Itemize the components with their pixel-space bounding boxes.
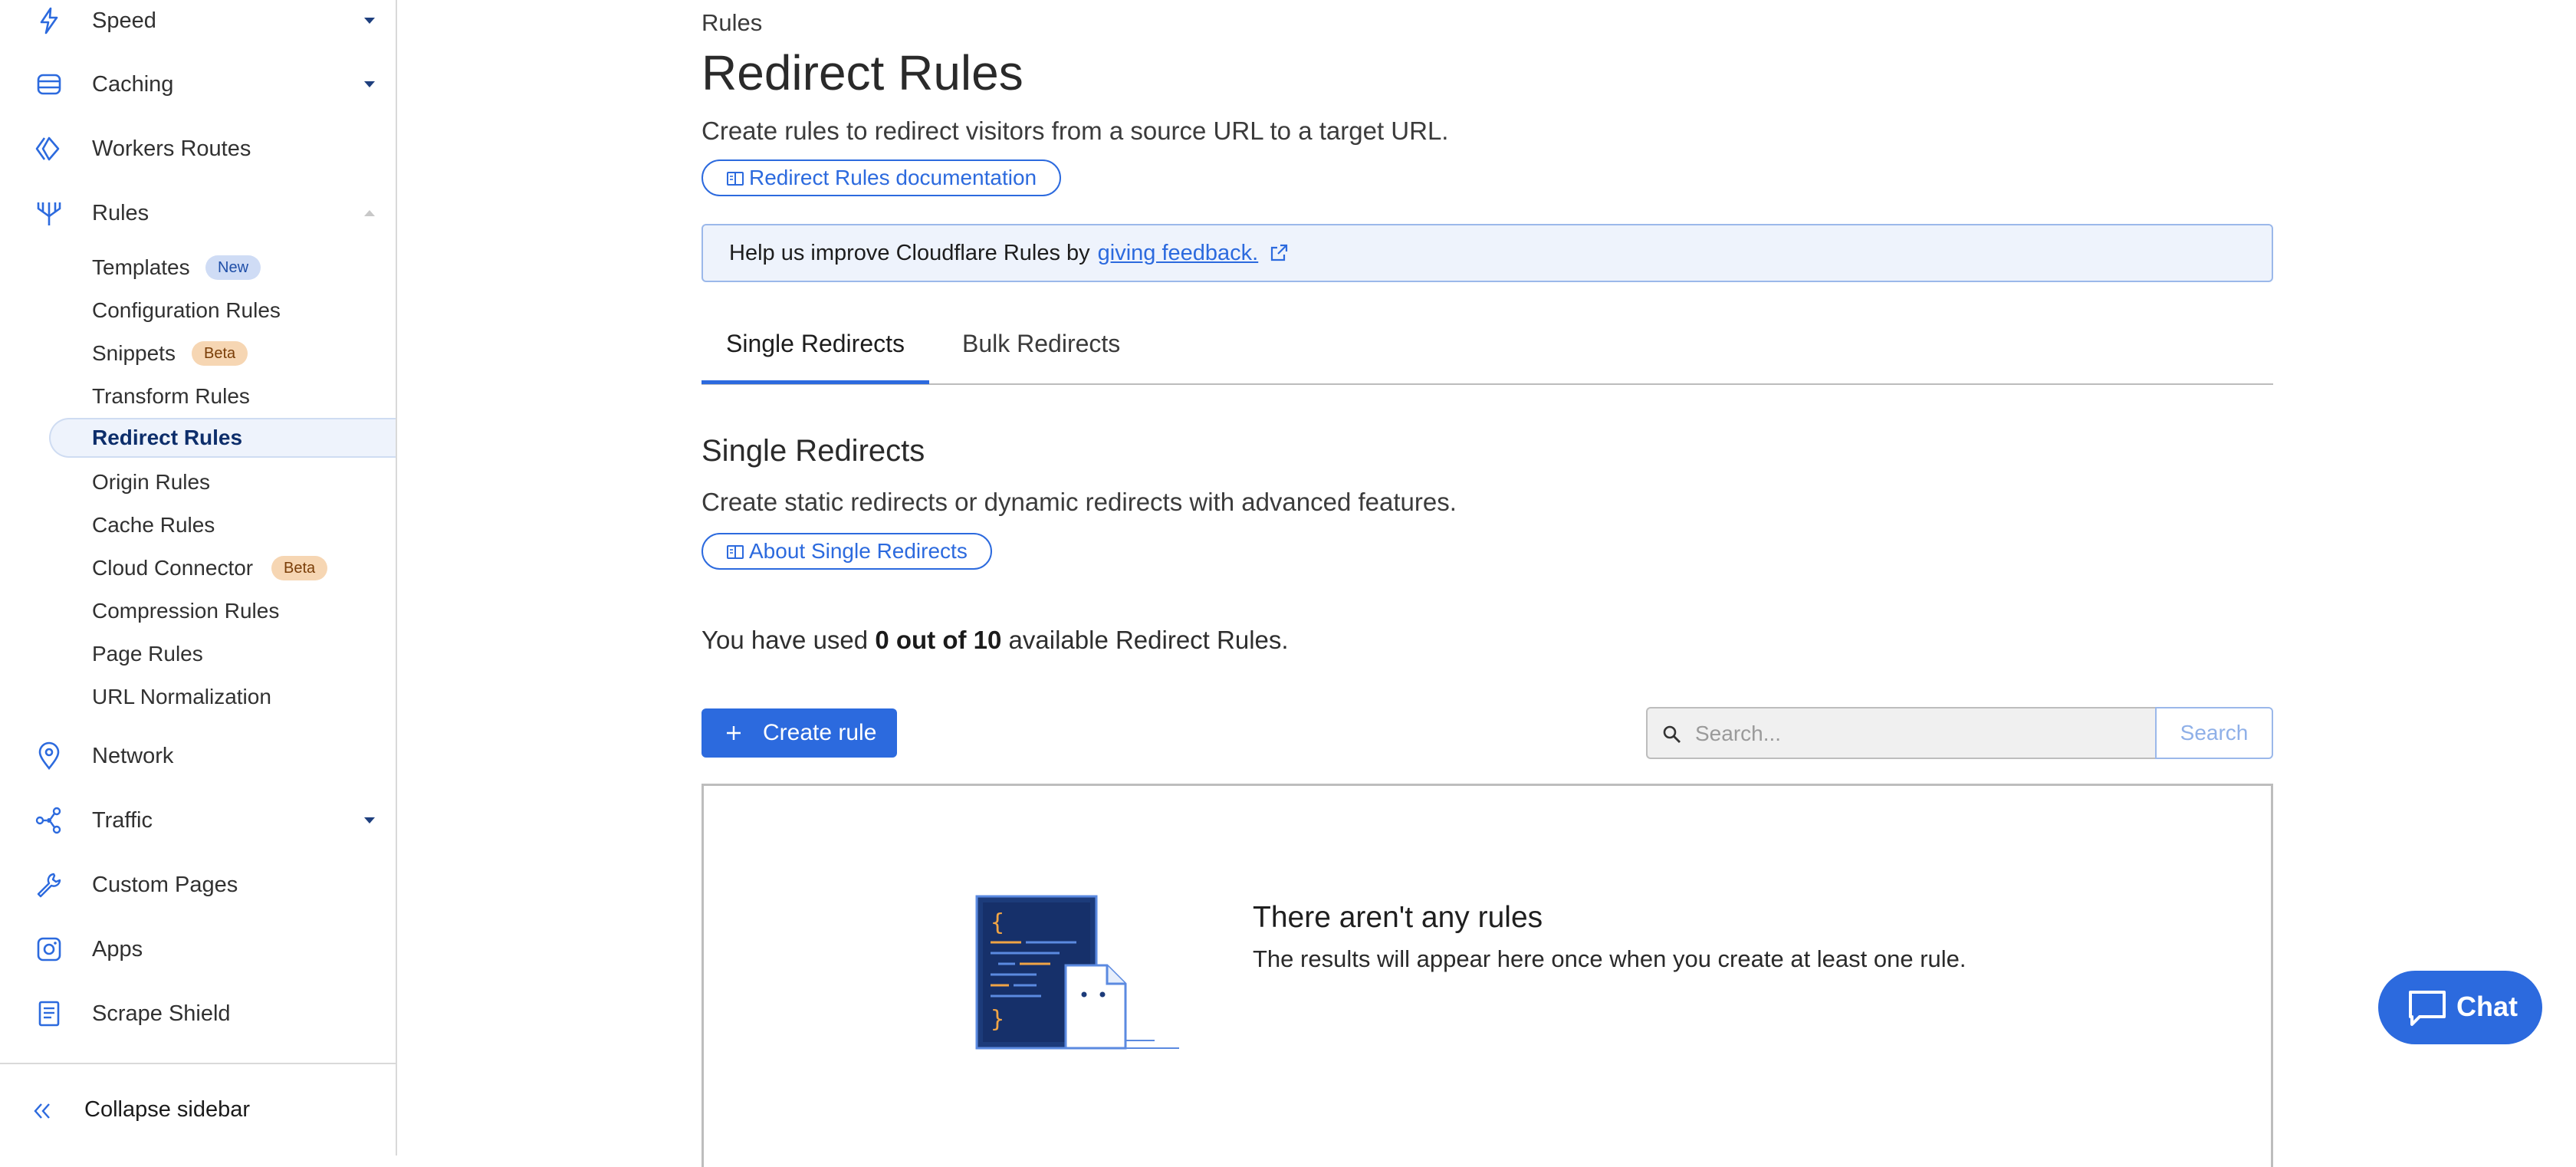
sidebar-item-custom-pages[interactable]: Custom Pages <box>0 862 396 908</box>
sidebar-subitem-page-rules[interactable]: Page Rules <box>49 634 396 674</box>
sidebar-item-label: Caching <box>92 71 174 97</box>
usage-text: You have used 0 out of 10 available Redi… <box>702 626 1289 655</box>
sidebar-subitem-cloud-connector[interactable]: Cloud Connector Beta <box>49 548 396 588</box>
sidebar-item-apps[interactable]: Apps <box>0 926 396 972</box>
sidebar-item-speed[interactable]: Speed <box>0 0 396 44</box>
section-description: Create static redirects or dynamic redir… <box>702 488 1457 516</box>
feedback-link[interactable]: giving feedback. <box>1098 241 1259 266</box>
apps-icon <box>34 934 64 965</box>
chevron-down-icon <box>360 12 379 30</box>
sidebar-item-label: Rules <box>92 200 150 225</box>
wrench-icon <box>34 869 64 900</box>
sidebar-subitem-label: Origin Rules <box>92 470 211 494</box>
database-icon <box>34 69 64 100</box>
usage-suffix: available Redirect Rules. <box>1008 626 1289 654</box>
sidebar-item-label: Traffic <box>92 807 153 833</box>
sidebar-subitem-compression-rules[interactable]: Compression Rules <box>49 591 396 631</box>
button-label: Redirect Rules documentation <box>749 166 1037 189</box>
sidebar-item-label: Scrape Shield <box>92 1001 231 1026</box>
rules-funnel-icon <box>34 198 64 228</box>
sidebar: Speed Caching Workers Routes Rules Templ… <box>0 0 397 1155</box>
tab-bulk-redirects[interactable]: Bulk Redirects <box>938 330 1145 380</box>
page-title: Redirect Rules <box>702 45 1024 100</box>
book-icon <box>726 544 744 560</box>
collapse-sidebar-button[interactable]: Collapse sidebar <box>0 1087 396 1133</box>
sidebar-subitem-cache-rules[interactable]: Cache Rules <box>49 505 396 545</box>
location-pin-icon <box>34 741 64 771</box>
sidebar-divider <box>0 1063 396 1064</box>
button-label: About Single Redirects <box>749 539 968 563</box>
empty-rules-illustration-icon: { } <box>975 895 1182 1056</box>
page-subtitle: Create rules to redirect visitors from a… <box>702 117 1449 145</box>
sidebar-item-label: Speed <box>92 8 156 33</box>
traffic-nodes-icon <box>34 805 64 836</box>
chevron-down-icon <box>360 811 379 830</box>
button-label: Create rule <box>763 720 877 745</box>
breadcrumb: Rules <box>702 9 763 36</box>
search-input[interactable] <box>1694 719 2141 748</box>
document-icon <box>34 998 64 1029</box>
chat-button[interactable]: Chat <box>2378 971 2542 1044</box>
external-link-icon[interactable] <box>1269 243 1289 263</box>
sidebar-subitem-url-normalization[interactable]: URL Normalization <box>49 677 396 717</box>
double-chevron-left-icon <box>31 1100 54 1123</box>
sidebar-subitem-label: Cache Rules <box>92 513 215 537</box>
tabs: Single Redirects Bulk Redirects <box>702 314 2273 385</box>
tab-single-redirects[interactable]: Single Redirects <box>702 330 929 384</box>
sidebar-subitem-redirect-rules[interactable]: Redirect Rules <box>49 418 396 458</box>
lightning-icon <box>34 5 64 36</box>
sidebar-subitem-templates[interactable]: Templates New <box>49 248 396 288</box>
create-rule-button[interactable]: Create rule <box>702 708 897 758</box>
sidebar-subitem-configuration-rules[interactable]: Configuration Rules <box>49 291 396 330</box>
sidebar-subitem-label: Transform Rules <box>92 384 250 408</box>
beta-badge: Beta <box>192 341 248 366</box>
chevron-up-icon <box>360 204 379 222</box>
sidebar-item-scrape-shield[interactable]: Scrape Shield <box>0 991 396 1037</box>
redirect-rules-documentation-button[interactable]: Redirect Rules documentation <box>702 159 1062 196</box>
svg-text:}: } <box>991 1006 1004 1033</box>
workers-icon <box>34 133 64 164</box>
beta-badge: Beta <box>271 556 328 580</box>
feedback-text: Help us improve Cloudflare Rules by <box>729 240 1090 265</box>
svg-text:{: { <box>991 909 1004 936</box>
about-single-redirects-button[interactable]: About Single Redirects <box>702 533 992 570</box>
sidebar-item-caching[interactable]: Caching <box>0 61 396 107</box>
sidebar-subitem-label: Configuration Rules <box>92 298 281 322</box>
empty-state-description: The results will appear here once when y… <box>1253 945 1967 972</box>
sidebar-subitem-transform-rules[interactable]: Transform Rules <box>49 376 396 416</box>
sidebar-item-label: Custom Pages <box>92 872 238 897</box>
sidebar-item-workers-routes[interactable]: Workers Routes <box>0 126 396 172</box>
sidebar-item-label: Apps <box>92 936 143 962</box>
chat-label: Chat <box>2456 991 2518 1022</box>
chat-bubble-icon <box>2406 988 2449 1027</box>
sidebar-subitem-label: Compression Rules <box>92 599 280 623</box>
sidebar-item-traffic[interactable]: Traffic <box>0 797 396 843</box>
collapse-sidebar-label: Collapse sidebar <box>84 1097 251 1122</box>
sidebar-subitem-label: Templates <box>92 255 190 279</box>
sidebar-item-label: Network <box>92 743 174 768</box>
sidebar-subitem-origin-rules[interactable]: Origin Rules <box>49 462 396 502</box>
usage-prefix: You have used <box>702 626 869 654</box>
sidebar-subitem-label: Snippets <box>92 341 176 365</box>
search-button[interactable]: Search <box>2155 707 2273 759</box>
book-icon <box>726 170 744 187</box>
empty-state-card: { } There aren't any rules The results w… <box>702 784 2273 1167</box>
sidebar-subitem-label: Cloud Connector <box>92 556 254 580</box>
sidebar-item-network[interactable]: Network <box>0 733 396 779</box>
usage-count: 0 out of 10 <box>875 626 1002 654</box>
search-icon <box>1661 724 1683 745</box>
chevron-down-icon <box>360 75 379 94</box>
feedback-banner: Help us improve Cloudflare Rules by givi… <box>702 224 2273 282</box>
sidebar-subitem-label: Page Rules <box>92 642 203 666</box>
sidebar-subitem-label: Redirect Rules <box>92 426 243 449</box>
empty-state-title: There aren't any rules <box>1253 901 1543 934</box>
search-field <box>1646 707 2157 759</box>
new-badge: New <box>205 255 261 280</box>
sidebar-item-label: Workers Routes <box>92 136 251 161</box>
section-title: Single Redirects <box>702 434 925 468</box>
plus-icon <box>724 724 743 742</box>
sidebar-subitem-snippets[interactable]: Snippets Beta <box>49 334 396 373</box>
sidebar-item-rules[interactable]: Rules <box>0 190 396 236</box>
sidebar-subitem-label: URL Normalization <box>92 685 271 708</box>
